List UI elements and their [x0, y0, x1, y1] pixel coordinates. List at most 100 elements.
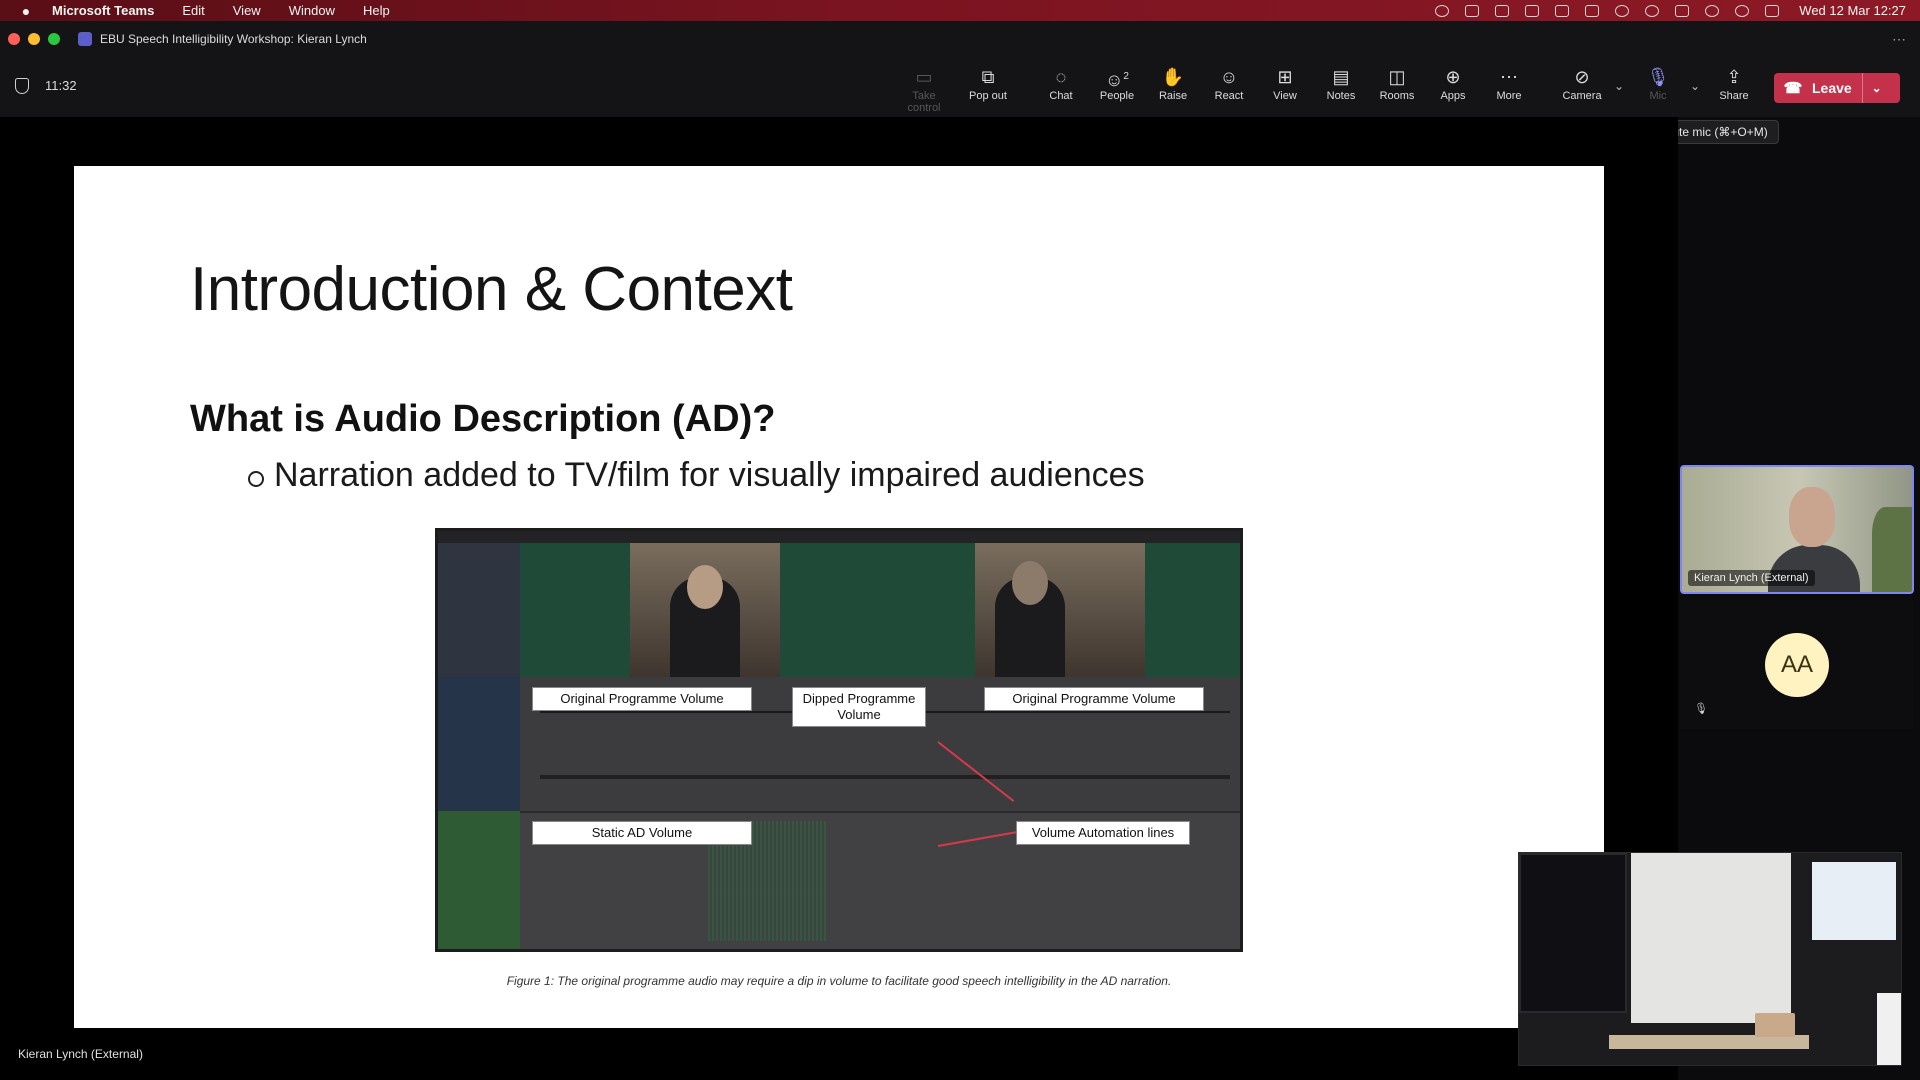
leave-options-chevron-icon[interactable]: ⌄	[1863, 81, 1891, 95]
presenter-name-label: Kieran Lynch (External)	[18, 1047, 143, 1061]
menu-help[interactable]: Help	[363, 3, 390, 18]
camera-label: Camera	[1562, 90, 1602, 102]
minimize-window-button[interactable]	[28, 33, 40, 45]
cloud-icon[interactable]	[1465, 4, 1480, 17]
sync-icon[interactable]	[1555, 4, 1570, 17]
notes-button[interactable]: ▤ Notes	[1313, 65, 1369, 109]
leave-button[interactable]: ☎ Leave ⌄	[1774, 73, 1900, 103]
label-static-ad-volume: Static AD Volume	[532, 821, 752, 845]
chat-button[interactable]: ◌ Chat	[1033, 65, 1089, 109]
leave-label: Leave	[1812, 80, 1852, 96]
video-person-head-1	[687, 565, 723, 609]
share-icon: ⇪	[1726, 67, 1742, 87]
menu-edit[interactable]: Edit	[182, 3, 204, 18]
mic-button[interactable]: 🎙 Mic	[1630, 65, 1686, 109]
wifi-icon[interactable]	[1705, 4, 1720, 17]
hand-icon: ✋	[1161, 67, 1185, 87]
apple-icon[interactable]: ●	[0, 3, 52, 19]
zoom-window-button[interactable]	[48, 33, 60, 45]
bluetooth-icon[interactable]	[1615, 4, 1630, 17]
hang-up-icon: ☎	[1783, 80, 1803, 97]
menu-view[interactable]: View	[233, 3, 261, 18]
shield-icon	[15, 78, 29, 94]
react-button[interactable]: ☺ React	[1201, 65, 1257, 109]
chat-icon: ◌	[1055, 67, 1067, 87]
mic-label: Mic	[1649, 90, 1667, 102]
camera-button[interactable]: ⊘ Camera	[1554, 65, 1610, 109]
more-button[interactable]: ⋯ More	[1481, 65, 1537, 109]
menubar-clock[interactable]: Wed 12 Mar 12:27	[1799, 3, 1906, 18]
camera-off-icon: ⊘	[1574, 67, 1590, 87]
macos-menu-bar: ● Microsoft Teams Edit View Window Help …	[0, 0, 1920, 21]
time-machine-icon[interactable]	[1645, 4, 1660, 17]
share-button[interactable]: ⇪ Share	[1706, 65, 1762, 109]
chat-label: Chat	[1049, 90, 1073, 102]
screen-record-icon[interactable]	[1525, 4, 1540, 17]
slide-heading: What is Audio Description (AD)?	[190, 398, 776, 440]
view-button[interactable]: ⊞ View	[1257, 65, 1313, 109]
bullet-circle-icon	[248, 470, 264, 487]
apps-label: Apps	[1440, 90, 1466, 102]
take-control-label: Take control	[907, 90, 941, 114]
figure-track-headers	[438, 543, 520, 949]
camera-options-chevron-icon[interactable]: ⌄	[1612, 79, 1626, 93]
audio-editor-figure: Original Programme Volume Dipped Program…	[435, 528, 1243, 952]
figure-timeline-ruler	[438, 531, 1240, 543]
apps-button[interactable]: ⊕ Apps	[1425, 65, 1481, 109]
participant-tile-kieran[interactable]: Kieran Lynch (External)	[1680, 465, 1914, 594]
close-window-button[interactable]	[8, 33, 20, 45]
avatar: AA	[1765, 633, 1829, 697]
self-view-desk	[1609, 1035, 1809, 1049]
video-track-header	[438, 543, 520, 677]
label-dipped-volume: Dipped Programme Volume	[792, 687, 926, 727]
menubar-status-area: Wed 12 Mar 12:27	[1435, 0, 1906, 21]
teams-logo-icon	[78, 32, 92, 46]
notes-label: Notes	[1326, 90, 1356, 102]
participant-video-plant	[1872, 507, 1912, 592]
view-label: View	[1273, 90, 1297, 102]
self-view-monitor	[1519, 853, 1627, 1013]
pop-out-label: Pop out	[969, 90, 1007, 102]
bullet-text: Narration added to TV/film for visually …	[274, 456, 1145, 494]
menu-app-name[interactable]: Microsoft Teams	[52, 3, 154, 18]
rooms-button[interactable]: ◫ Rooms	[1369, 65, 1425, 109]
mic-off-icon: 🎙	[1694, 703, 1708, 715]
teams-status-icon[interactable]	[1435, 4, 1450, 17]
video-frame-1	[630, 543, 780, 677]
video-frame-2	[975, 543, 1145, 677]
raise-hand-button[interactable]: ✋ Raise	[1145, 65, 1201, 109]
mic-off-icon: 🎙	[1646, 67, 1670, 87]
slide-title: Introduction & Context	[190, 255, 793, 324]
shared-slide[interactable]: Introduction & Context What is Audio Des…	[74, 166, 1604, 1028]
window-title-bar: EBU Speech Intelligibility Workshop: Kie…	[0, 21, 1920, 57]
video-person-head-2	[1012, 561, 1048, 605]
spotlight-search-icon[interactable]	[1735, 4, 1750, 17]
dropbox-icon[interactable]	[1495, 4, 1510, 17]
add-apps-icon: ⊕	[1445, 67, 1461, 87]
share-label: Share	[1719, 90, 1749, 102]
grid-icon: ⊞	[1277, 67, 1293, 87]
pop-out-button[interactable]: ⧉ Pop out	[960, 65, 1016, 109]
participant-video-head	[1789, 487, 1835, 547]
figure-caption: Figure 1: The original programme audio m…	[506, 974, 1172, 988]
video-track	[520, 543, 1240, 677]
mic-options-chevron-icon[interactable]: ⌄	[1688, 79, 1702, 93]
window-title: EBU Speech Intelligibility Workshop: Kie…	[100, 32, 367, 46]
people-count: 2	[1123, 71, 1129, 82]
app-status-icon[interactable]	[1585, 4, 1600, 17]
programme-track-header	[438, 677, 520, 811]
people-label: People	[1099, 90, 1135, 102]
people-icon: ☺2	[1105, 70, 1129, 90]
control-center-icon[interactable]	[1765, 4, 1780, 17]
people-button[interactable]: ☺2 People	[1089, 65, 1145, 109]
more-icon: ⋯	[1500, 67, 1518, 87]
rooms-label: Rooms	[1379, 90, 1415, 102]
slide-bullet: Narration added to TV/film for visually …	[248, 456, 1145, 495]
battery-icon[interactable]	[1675, 4, 1690, 17]
self-view-video[interactable]	[1518, 852, 1902, 1066]
window-more-icon[interactable]: ⋯	[1892, 31, 1906, 48]
menu-window[interactable]: Window	[289, 3, 335, 18]
take-control-button[interactable]: ▭ Take control	[896, 65, 952, 114]
self-view-screen	[1809, 859, 1899, 943]
participant-tile-aa[interactable]: AA 🎙	[1680, 600, 1914, 729]
